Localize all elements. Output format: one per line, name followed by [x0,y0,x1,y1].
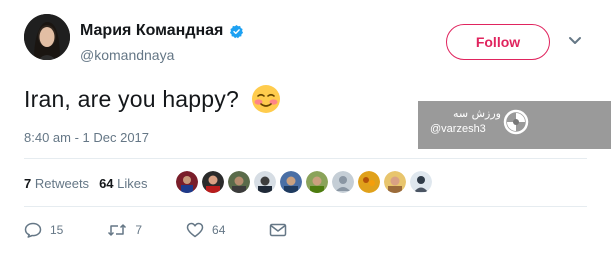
reply-icon [24,222,42,238]
liker-avatar[interactable] [254,171,276,193]
liker-avatar[interactable] [410,171,432,193]
heart-icon [186,222,204,238]
varzesh3-logo-icon [503,109,529,135]
watermark: ورزش سه @varzesh3 [418,101,611,149]
divider-top [24,158,587,159]
liker-avatar[interactable] [176,171,198,193]
retweets-stat[interactable]: 7 Retweets [24,176,89,191]
likes-label: Likes [117,176,148,191]
retweet-icon [108,224,127,236]
follow-button[interactable]: Follow [446,24,550,60]
like-button[interactable]: 64 [186,222,225,238]
retweet-button[interactable]: 7 [107,222,142,238]
avatar[interactable] [24,14,70,60]
engagement-stats: 7 Retweets 64 Likes [24,176,148,191]
retweets-label: Retweets [34,176,90,191]
envelope-icon [270,223,287,237]
liker-avatar[interactable] [358,171,380,193]
likes-count: 64 [99,176,114,191]
chevron-down-icon[interactable] [568,36,582,46]
display-name[interactable]: Мария Командная [80,22,223,40]
watermark-arabic: ورزش سه [453,107,501,120]
retweets-count: 7 [24,176,32,191]
direct-message-button[interactable] [269,223,287,237]
liker-avatar[interactable] [280,171,302,193]
reply-count: 15 [50,223,64,237]
timestamp[interactable]: 8:40 am - 1 Dec 2017 [24,130,149,145]
liker-avatar[interactable] [384,171,406,193]
watermark-handle: @varzesh3 [430,123,486,135]
likes-stat[interactable]: 64 Likes [99,176,147,191]
liker-avatar[interactable] [228,171,250,193]
user-handle[interactable]: @komandnaya [80,47,174,63]
tweet-text-content: Iran, are you happy? [24,85,239,112]
blushing-face-emoji-icon [251,85,280,113]
name-row: Мария Командная [80,22,244,40]
like-count: 64 [212,223,226,237]
divider-bottom [24,206,587,207]
verified-badge-icon [230,24,244,38]
reply-button[interactable]: 15 [24,222,63,238]
liker-avatar[interactable] [202,171,224,193]
liker-avatars [176,171,432,193]
liker-avatar[interactable] [306,171,328,193]
tweet-actions: 15 7 64 [24,222,331,238]
tweet-text: Iran, are you happy? [24,84,281,114]
liker-avatar[interactable] [332,171,354,193]
retweet-count: 7 [135,223,143,237]
